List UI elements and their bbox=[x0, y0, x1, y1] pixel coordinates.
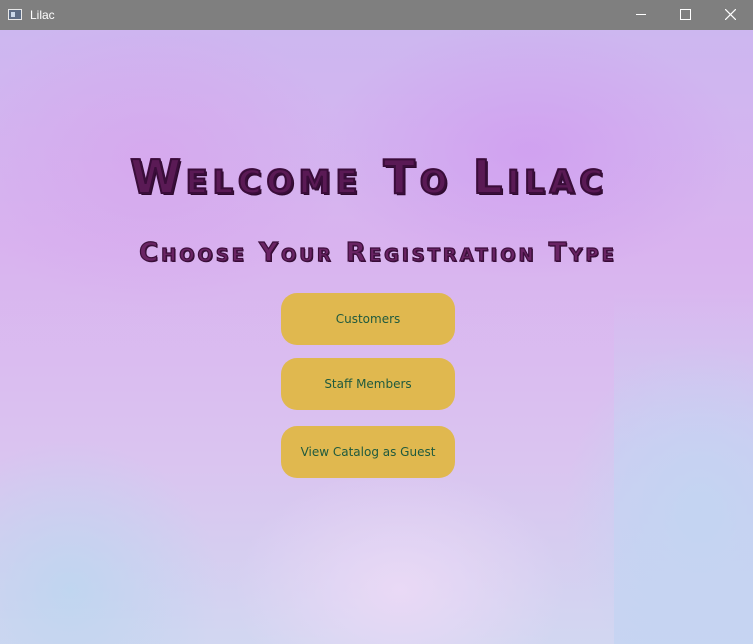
view-catalog-guest-button[interactable]: View Catalog as Guest bbox=[281, 426, 455, 478]
registration-subheading: Choose Your Registration Type bbox=[138, 237, 617, 268]
maximize-icon bbox=[680, 9, 691, 20]
close-icon bbox=[725, 9, 736, 20]
app-window-icon bbox=[8, 9, 22, 20]
staff-members-button[interactable]: Staff Members bbox=[281, 358, 455, 410]
title-bar[interactable]: Lilac bbox=[0, 0, 753, 30]
app-window: Lilac Welcome To Lilac Choose Your Regis… bbox=[0, 0, 753, 644]
window-title: Lilac bbox=[30, 8, 55, 22]
welcome-heading: Welcome To Lilac bbox=[129, 149, 608, 205]
maximize-button[interactable] bbox=[662, 0, 708, 30]
minimize-button[interactable] bbox=[618, 0, 664, 30]
customers-button[interactable]: Customers bbox=[281, 293, 455, 345]
background-panel bbox=[614, 290, 753, 644]
close-button[interactable] bbox=[708, 0, 753, 30]
minimize-icon bbox=[636, 14, 646, 15]
main-content: Welcome To Lilac Choose Your Registratio… bbox=[0, 30, 753, 644]
